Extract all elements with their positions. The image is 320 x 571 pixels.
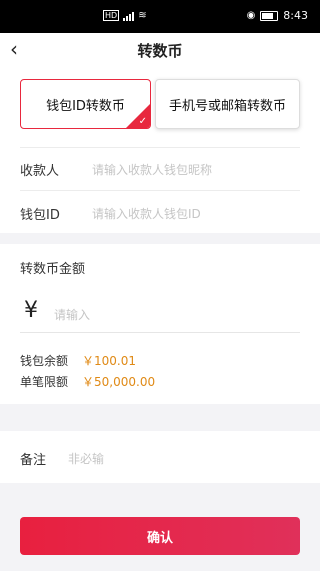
limit-info: 单笔限额 ￥50,000.00 bbox=[20, 373, 155, 390]
tab-label: 手机号或邮箱转数币 bbox=[168, 98, 286, 114]
nav-bar: ‹ 转数币 bbox=[0, 33, 320, 65]
amount-section: 转数币金额 ¥ 请输入 钱包余额 ￥100.01 单笔限额 ￥50,000.00 bbox=[0, 244, 320, 404]
limit-value: ￥50,000.00 bbox=[82, 375, 156, 389]
note-input[interactable]: 非必输 bbox=[68, 450, 104, 467]
balance-label: 钱包余额 bbox=[20, 354, 69, 368]
eye-icon: ◉ bbox=[246, 10, 256, 21]
confirm-button[interactable]: 确认 bbox=[20, 517, 300, 555]
wallet-id-row: 钱包ID 请输入收款人钱包ID bbox=[20, 191, 300, 235]
tab-label: 钱包ID转数币 bbox=[46, 98, 125, 114]
status-time: 8:43 bbox=[283, 9, 308, 22]
battery-icon bbox=[260, 10, 279, 21]
balance-info: 钱包余额 ￥100.01 bbox=[20, 352, 136, 369]
network-type: HD bbox=[103, 10, 120, 21]
divider bbox=[20, 332, 300, 333]
wifi-icon: ≋ bbox=[138, 10, 147, 21]
wallet-id-label: 钱包ID bbox=[20, 207, 60, 223]
limit-label: 单笔限额 bbox=[20, 375, 69, 389]
amount-title: 转数币金额 bbox=[20, 262, 86, 277]
status-right: ◉ 8:43 bbox=[247, 9, 308, 22]
note-section: 备注 非必输 bbox=[0, 431, 320, 483]
check-icon: ✓ bbox=[138, 116, 147, 127]
yen-icon: ¥ bbox=[24, 298, 38, 323]
payee-input[interactable]: 请输入收款人钱包昵称 bbox=[92, 161, 212, 178]
amount-input[interactable]: 请输入 bbox=[54, 306, 90, 323]
wallet-id-input[interactable]: 请输入收款人钱包ID bbox=[92, 205, 201, 222]
transfer-target-section: 钱包ID转数币 ✓ 手机号或邮箱转数币 收款人 请输入收款人钱包昵称 钱包ID … bbox=[0, 65, 320, 233]
tab-phone-email[interactable]: 手机号或邮箱转数币 bbox=[155, 79, 300, 129]
status-left: HD ≋ bbox=[103, 10, 147, 21]
status-bar: HD ≋ ◉ 8:43 bbox=[0, 0, 320, 33]
tab-wallet-id[interactable]: 钱包ID转数币 ✓ bbox=[20, 79, 151, 129]
payee-row: 收款人 请输入收款人钱包昵称 bbox=[20, 147, 300, 191]
signal-icon bbox=[123, 11, 135, 21]
page-title: 转数币 bbox=[137, 42, 183, 60]
note-label: 备注 bbox=[20, 453, 47, 468]
balance-value: ￥100.01 bbox=[82, 354, 137, 368]
payee-label: 收款人 bbox=[20, 163, 60, 179]
